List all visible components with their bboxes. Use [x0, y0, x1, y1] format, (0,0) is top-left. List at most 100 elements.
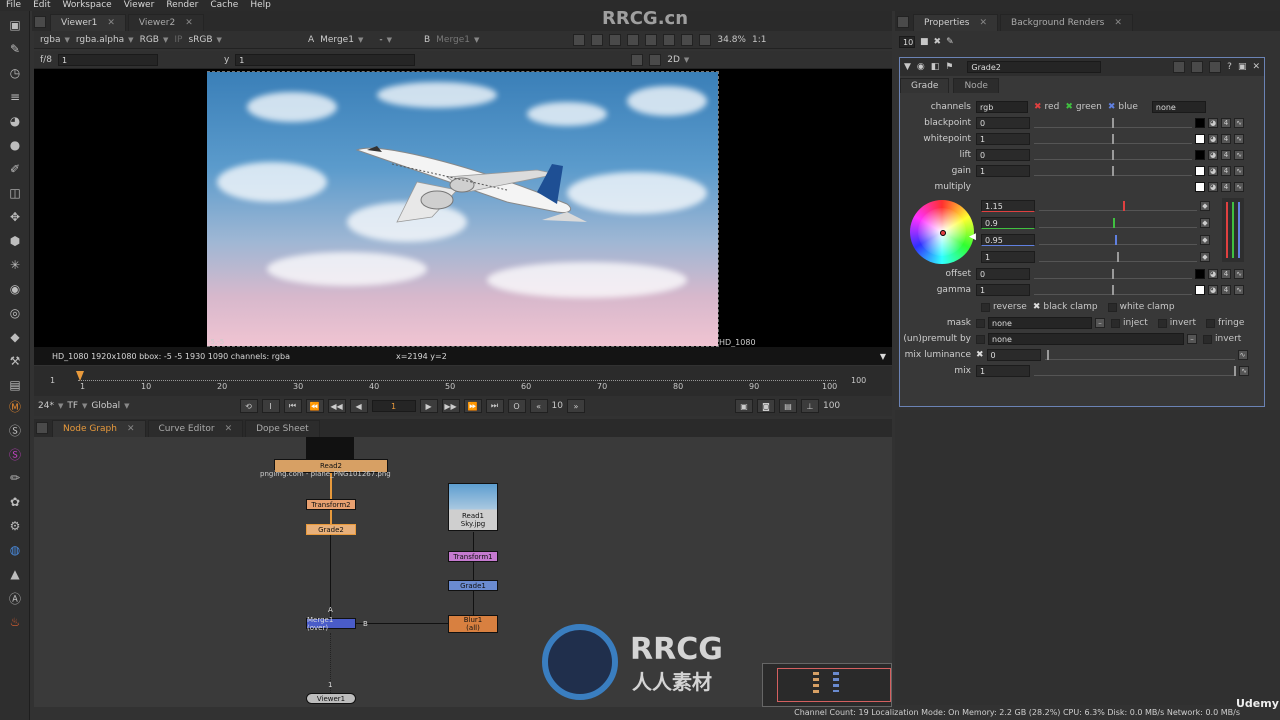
menu-render[interactable]: Render — [166, 0, 198, 11]
menu-edit[interactable]: Edit — [33, 0, 50, 11]
node-graph[interactable]: Read2 pngimg.com - plane_PNG101267.png T… — [34, 437, 892, 707]
lock-icon[interactable]: ■ — [920, 37, 929, 47]
merge1-node[interactable]: Merge1 (over) — [306, 616, 356, 632]
transform-tools-icon[interactable]: ✥ — [7, 209, 23, 225]
tf-dropdown[interactable]: TF ▼ — [67, 401, 87, 411]
menu-viewer[interactable]: Viewer — [124, 0, 155, 11]
grade2-node[interactable]: Grade2 — [306, 524, 356, 535]
fringe-checkbox[interactable] — [1206, 318, 1216, 328]
collapse-icon[interactable]: ▼ — [904, 62, 911, 72]
menu-cache[interactable]: Cache — [210, 0, 238, 11]
unpremult-checkbox[interactable] — [976, 334, 985, 344]
deep-tools-icon[interactable]: ◉ — [7, 281, 23, 297]
mask-invert-checkbox[interactable] — [1157, 318, 1167, 328]
info-toggle-icon[interactable]: ▼ — [880, 352, 886, 361]
proxy-icon[interactable] — [627, 33, 640, 46]
filter-tools-icon[interactable]: ● — [7, 137, 23, 153]
mix-field[interactable]: 1 — [976, 365, 1030, 377]
plugin-gear-icon[interactable]: ⚙ — [7, 518, 23, 534]
split-count-icon[interactable]: 4 — [1221, 285, 1231, 295]
color-tools-icon[interactable]: ◕ — [7, 113, 23, 129]
gain-field[interactable]: 1 — [976, 165, 1030, 177]
white-clamp-checkbox[interactable] — [1107, 302, 1117, 312]
merge-tools-icon[interactable]: ◫ — [7, 185, 23, 201]
mix-slider[interactable] — [1034, 366, 1236, 376]
color-swatch[interactable] — [1195, 182, 1205, 192]
play-backward-icon[interactable]: ◀◀ — [327, 399, 346, 413]
split-count-icon[interactable]: 4 — [1221, 134, 1231, 144]
gain-slider[interactable] — [1034, 166, 1192, 176]
undo-icon[interactable] — [1173, 61, 1186, 73]
blur1-node[interactable]: Blur1 (all) — [448, 615, 498, 633]
lut-dropdown[interactable]: sRGB ▼ — [188, 35, 221, 45]
a-input-dropdown[interactable]: Merge1 ▼ — [320, 35, 363, 45]
record-icon[interactable]: ▣ — [734, 399, 753, 413]
skip-forward-icon[interactable]: » — [566, 399, 585, 413]
scope-dropdown[interactable]: Global ▼ — [91, 401, 129, 411]
tab-curve-editor[interactable]: Curve Editor ✕ — [147, 420, 244, 437]
black-clamp-checkbox[interactable]: ✖ — [1033, 302, 1041, 312]
blackpoint-slider[interactable] — [1034, 118, 1192, 128]
multiply-b-slider[interactable] — [1039, 235, 1197, 245]
mask-options-icon[interactable]: – — [1095, 318, 1105, 328]
stop-icon[interactable]: ◙ — [756, 399, 775, 413]
first-frame-icon[interactable]: ⏮ — [283, 399, 302, 413]
menu-help[interactable]: Help — [250, 0, 271, 11]
unpremult-dropdown[interactable]: none — [988, 333, 1184, 345]
split-count-icon[interactable]: 4 — [1221, 182, 1231, 192]
plugin-sr-icon[interactable]: Ⓢ — [7, 422, 23, 438]
multiply-a-slider[interactable] — [1039, 252, 1197, 262]
end-frame-value[interactable]: 100 — [823, 401, 840, 411]
close-icon[interactable]: ✕ — [1114, 18, 1122, 28]
clear-panels-icon[interactable]: ✖ — [934, 37, 942, 47]
color-wheel-icon[interactable]: ◕ — [1208, 285, 1218, 295]
mix-luminance-slider[interactable] — [1044, 350, 1235, 360]
cache-icon[interactable] — [645, 33, 658, 46]
animation-icon[interactable]: ∿ — [1234, 269, 1244, 279]
draw-tools-icon[interactable]: ✎ — [7, 41, 23, 57]
multiply-g-field[interactable]: 0.9 — [981, 217, 1035, 229]
plugin-a-icon[interactable]: Ⓐ — [7, 590, 23, 606]
center-icon[interactable] — [649, 53, 662, 66]
whitepoint-field[interactable]: 1 — [976, 133, 1030, 145]
time-tools-icon[interactable]: ◷ — [7, 65, 23, 81]
menu-workspace[interactable]: Workspace — [63, 0, 112, 11]
3d-tools-icon[interactable]: ⬢ — [7, 233, 23, 249]
plugin-s-icon[interactable]: Ⓢ — [7, 446, 23, 462]
ip-toggle[interactable]: IP — [174, 35, 182, 45]
channels-dropdown[interactable]: rgb — [976, 101, 1028, 113]
roi-icon[interactable] — [573, 33, 586, 46]
animation-icon[interactable]: ∿ — [1234, 166, 1244, 176]
multiply-a-field[interactable]: 1 — [981, 251, 1035, 263]
gamma-slider[interactable] — [1034, 285, 1192, 295]
max-panels-field[interactable]: 10 — [899, 36, 915, 48]
color-swatch[interactable] — [1195, 134, 1205, 144]
lift-field[interactable]: 0 — [976, 149, 1030, 161]
whitepoint-slider[interactable] — [1034, 134, 1192, 144]
float-icon[interactable]: ▣ — [1238, 62, 1247, 72]
pause-icon[interactable] — [699, 33, 712, 46]
color-wheel-icon[interactable]: ◕ — [1208, 118, 1218, 128]
node-color-icon[interactable]: ◧ — [931, 62, 940, 72]
refresh-icon[interactable] — [663, 33, 676, 46]
fps-dropdown[interactable]: 24* ▼ — [38, 401, 63, 411]
plugin-m-icon[interactable]: Ⓜ — [7, 398, 23, 414]
split-count-icon[interactable]: 4 — [1221, 166, 1231, 176]
multiply-b-field[interactable]: 0.95 — [981, 234, 1035, 246]
plugin-gs-icon[interactable]: ◍ — [7, 542, 23, 558]
edit-icon[interactable]: ✎ — [946, 37, 954, 47]
split-count-icon[interactable]: 4 — [1221, 150, 1231, 160]
other-tools-icon[interactable]: ▤ — [7, 377, 23, 393]
tab-properties[interactable]: Properties ✕ — [913, 14, 999, 31]
keyer-tools-icon[interactable]: ✐ — [7, 161, 23, 177]
viewer1-node[interactable]: Viewer1 — [306, 693, 356, 704]
increment-value[interactable]: 10 — [552, 401, 563, 411]
subtab-node[interactable]: Node — [953, 78, 999, 93]
mix-luminance-checkbox[interactable]: ✖ — [976, 350, 984, 360]
close-icon[interactable]: ✕ — [979, 18, 987, 28]
animation-icon[interactable]: ∿ — [1234, 118, 1244, 128]
tab-node-graph[interactable]: Node Graph ✕ — [52, 420, 146, 437]
mask-dropdown[interactable]: none — [988, 317, 1092, 329]
plugin-flower-icon[interactable]: ✿ — [7, 494, 23, 510]
color-wheel-icon[interactable]: ◕ — [1208, 150, 1218, 160]
